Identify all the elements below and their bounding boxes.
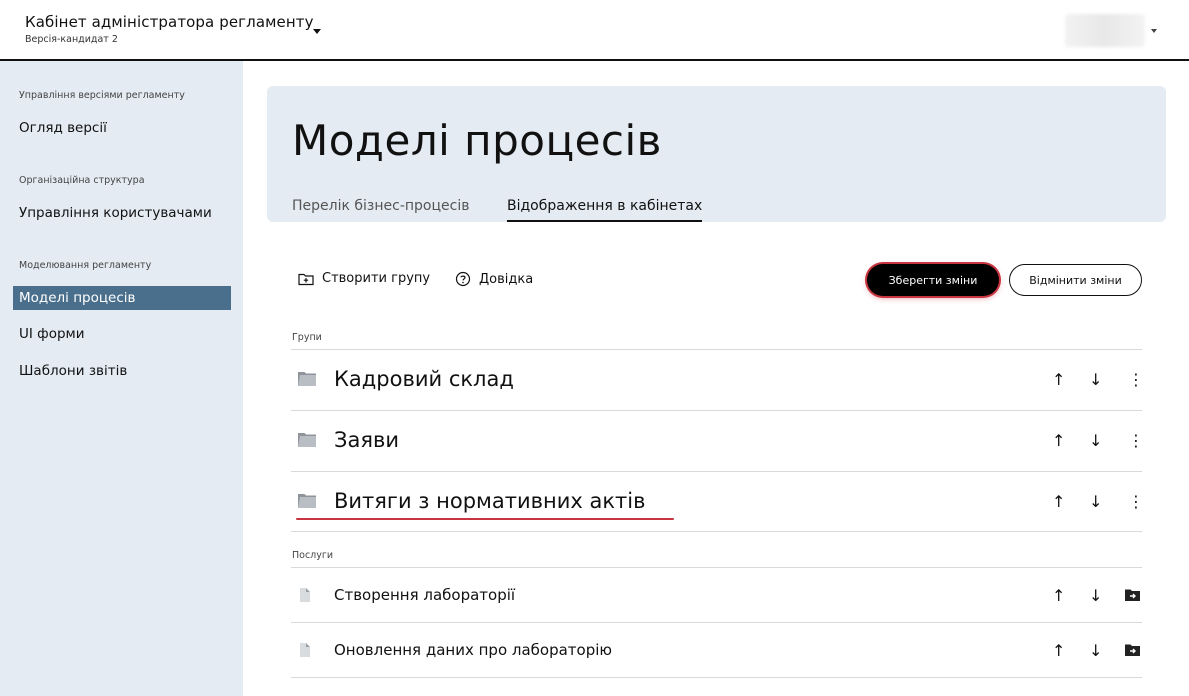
groups-caption: Групи: [292, 332, 322, 343]
move-up-icon[interactable]: ↑: [1052, 494, 1065, 510]
tab-cabinet-display[interactable]: Відображення в кабінетах: [507, 198, 703, 222]
move-down-icon[interactable]: ↓: [1089, 494, 1102, 510]
move-up-icon[interactable]: ↑: [1052, 588, 1065, 604]
app-title: Кабінет адміністратора регламенту: [25, 13, 314, 31]
divider: [291, 677, 1142, 678]
more-options-icon[interactable]: ⋮: [1128, 433, 1144, 449]
sidebar-item-process-models[interactable]: Моделі процесів: [13, 286, 231, 310]
page-title: Моделі процесів: [292, 116, 662, 165]
group-row[interactable]: Витяги з нормативних актів ↑ ↓ ⋮: [291, 472, 1144, 532]
move-to-folder-icon[interactable]: [1124, 588, 1141, 602]
folder-icon: [298, 372, 316, 386]
service-label: Створення лабораторії: [334, 586, 516, 604]
move-down-icon[interactable]: ↓: [1089, 433, 1102, 449]
cancel-changes-button[interactable]: Відмінити зміни: [1009, 264, 1142, 296]
move-up-icon[interactable]: ↑: [1052, 372, 1065, 388]
group-label: Заяви: [334, 428, 399, 452]
sidebar-caption-org-structure: Організаційна структура: [19, 175, 145, 186]
folder-icon: [298, 494, 316, 508]
help-button[interactable]: Довідка: [455, 271, 533, 287]
user-avatar-blurred[interactable]: [1065, 14, 1145, 47]
file-icon: [300, 643, 310, 657]
create-group-label: Створити групу: [322, 271, 431, 286]
move-to-folder-icon[interactable]: [1124, 643, 1141, 657]
move-up-icon[interactable]: ↑: [1052, 643, 1065, 659]
service-row[interactable]: Оновлення даних про лабораторію ↑ ↓: [291, 623, 1142, 677]
user-menu-caret-icon[interactable]: [1151, 29, 1157, 33]
file-icon: [300, 588, 310, 602]
caret-down-icon[interactable]: [313, 29, 321, 34]
folder-plus-icon: [298, 273, 314, 285]
sidebar-item-report-templates[interactable]: Шаблони звітів: [13, 359, 231, 383]
move-down-icon[interactable]: ↓: [1089, 372, 1102, 388]
group-row[interactable]: Заяви ↑ ↓ ⋮: [291, 411, 1144, 471]
sidebar-caption-versions: Управління версіями регламенту: [19, 90, 185, 101]
group-row[interactable]: Кадровий склад ↑ ↓ ⋮: [291, 350, 1144, 410]
highlight-underline: [296, 518, 674, 520]
move-down-icon[interactable]: ↓: [1089, 643, 1102, 659]
top-bar: Кабінет адміністратора регламенту Версія…: [0, 0, 1189, 61]
save-changes-button[interactable]: Зберегти зміни: [867, 264, 999, 296]
group-label: Витяги з нормативних актів: [334, 489, 646, 513]
sidebar: Управління версіями регламенту Огляд вер…: [0, 61, 243, 696]
create-group-button[interactable]: Створити групу: [298, 271, 430, 286]
tab-process-list[interactable]: Перелік бізнес-процесів: [292, 198, 469, 220]
service-label: Оновлення даних про лабораторію: [334, 641, 613, 659]
folder-icon: [298, 433, 316, 447]
service-row[interactable]: Створення лабораторії ↑ ↓: [291, 568, 1142, 622]
sidebar-caption-modeling: Моделювання регламенту: [19, 260, 152, 271]
sidebar-item-ui-forms[interactable]: UI форми: [13, 322, 231, 346]
services-caption: Послуги: [292, 550, 334, 561]
version-subtitle: Версія-кандидат 2: [25, 34, 118, 45]
app-title-dropdown[interactable]: Кабінет адміністратора регламенту Версія…: [25, 13, 314, 45]
more-options-icon[interactable]: ⋮: [1128, 372, 1144, 388]
divider: [291, 531, 1142, 532]
help-label: Довідка: [479, 271, 534, 287]
page-header-card: Моделі процесів Перелік бізнес-процесів …: [267, 86, 1166, 222]
sidebar-item-users[interactable]: Управління користувачами: [13, 201, 231, 225]
group-label: Кадровий склад: [334, 367, 514, 391]
sidebar-item-version-overview[interactable]: Огляд версії: [13, 116, 231, 140]
help-icon: [455, 271, 471, 287]
more-options-icon[interactable]: ⋮: [1128, 494, 1144, 510]
move-up-icon[interactable]: ↑: [1052, 433, 1065, 449]
move-down-icon[interactable]: ↓: [1089, 588, 1102, 604]
